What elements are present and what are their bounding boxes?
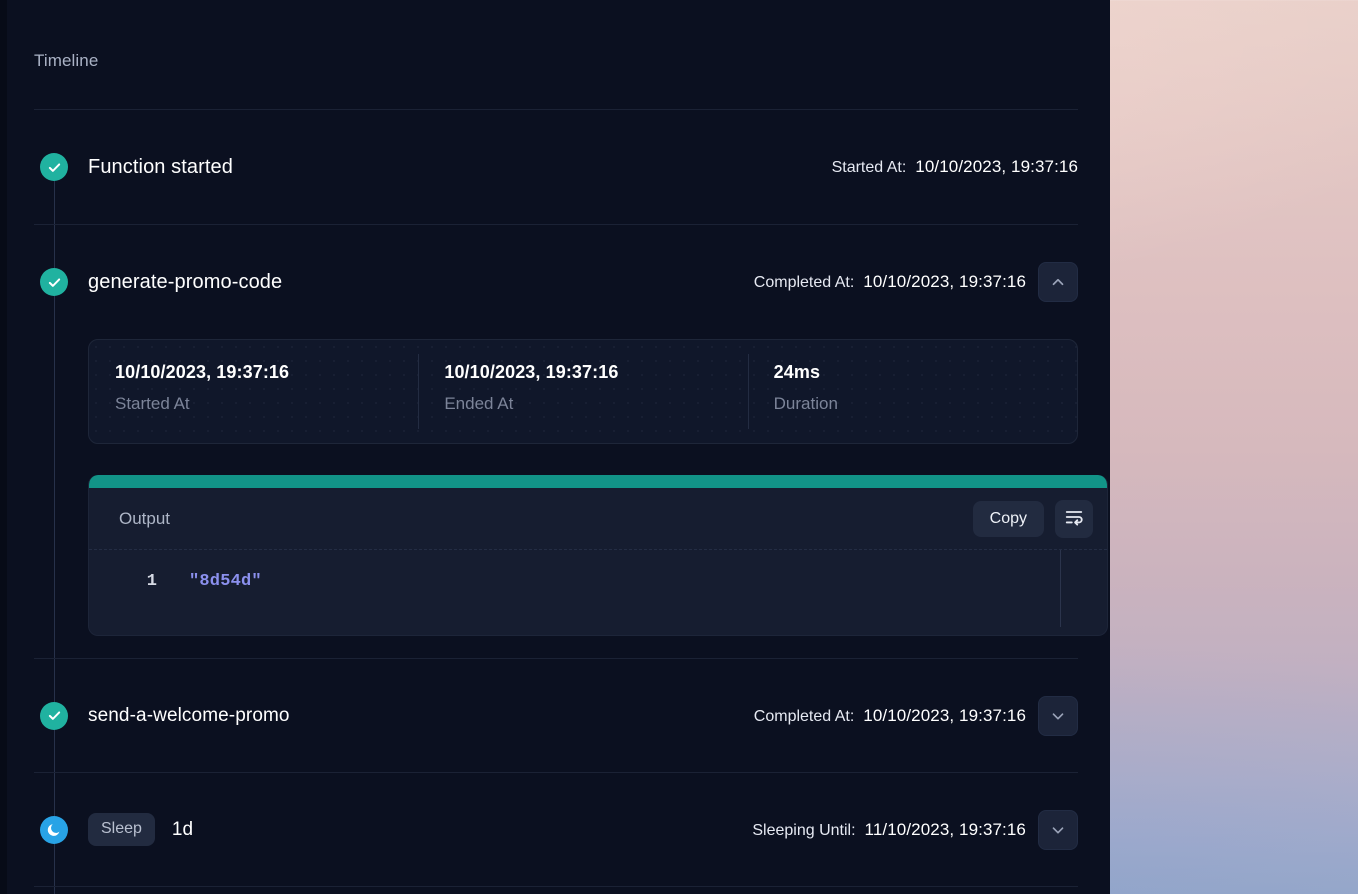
chevron-down-icon — [1049, 821, 1067, 839]
stat-label: Duration — [773, 394, 838, 413]
stat-started-at: 10/10/2023, 19:37:16 Started At — [89, 340, 418, 443]
stat-ended-at: 10/10/2023, 19:37:16 Ended At — [418, 340, 747, 443]
menu-bar-sliver — [1110, 0, 1358, 1]
text-wrap-icon — [1064, 507, 1084, 530]
timeline-panel: Timeline Function started Started At: 10… — [0, 0, 1110, 887]
stat-value: 10/10/2023, 19:37:16 — [444, 362, 619, 382]
row-meta: Completed At: 10/10/2023, 19:37:16 — [754, 272, 1026, 292]
check-circle-icon — [40, 268, 68, 296]
expand-step-button[interactable] — [1038, 809, 1078, 850]
toggle-wrap-button[interactable] — [1055, 499, 1093, 538]
row-label: Function started — [88, 155, 234, 178]
row-meta-value: 10/10/2023, 19:37:16 — [863, 272, 1026, 291]
step-stats-card: 10/10/2023, 19:37:16 Started At 10/10/20… — [88, 339, 1078, 444]
row-label: generate-promo-code — [88, 270, 283, 293]
check-circle-icon — [40, 153, 68, 181]
row-meta-value: 10/10/2023, 19:37:16 — [863, 705, 1026, 725]
row-meta-key: Sleeping Until: — [752, 821, 856, 839]
row-meta-key: Completed At: — [753, 274, 855, 291]
code-line: 1 "8d54d" — [89, 572, 1107, 591]
row-meta: Started At: 10/10/2023, 19:37:16 — [832, 157, 1078, 177]
output-accent-bar — [89, 475, 1107, 488]
step-detail-body: 10/10/2023, 19:37:16 Started At 10/10/20… — [88, 339, 1108, 658]
stat-label: Ended At — [444, 394, 514, 413]
timeline-row-generate-promo-code: generate-promo-code Completed At: 10/10/… — [34, 225, 1108, 659]
row-header: send-a-welcome-promo Completed At: 10/10… — [34, 659, 1078, 772]
row-header: generate-promo-code Completed At: 10/10/… — [34, 225, 1078, 339]
output-code-block: Output Copy 1 "8d54d" — [88, 475, 1108, 636]
code-token-string: "8d54d" — [189, 572, 262, 591]
row-header: Sleep 1d Sleeping Until: 11/10/2023, 19:… — [34, 773, 1078, 886]
row-meta: Completed At: 10/10/2023, 19:37:16 — [754, 706, 1026, 726]
check-circle-icon — [40, 701, 68, 730]
expand-step-button[interactable] — [1038, 695, 1078, 736]
row-meta-key: Started At: — [831, 159, 907, 176]
timeline-header: Timeline — [34, 0, 1078, 110]
row-meta-key: Completed At: — [753, 707, 855, 725]
sleep-duration-label: 1d — [171, 818, 194, 840]
row-meta: Sleeping Until: 11/10/2023, 19:37:16 — [752, 820, 1026, 840]
stat-duration: 24ms Duration — [747, 340, 1077, 443]
chevron-down-icon — [1049, 707, 1067, 725]
timeline-row-send-a-welcome-promo: send-a-welcome-promo Completed At: 10/10… — [34, 659, 1078, 773]
chevron-up-icon — [1049, 273, 1067, 291]
row-meta-value: 10/10/2023, 19:37:16 — [915, 157, 1078, 176]
row-meta-value: 11/10/2023, 19:37:16 — [864, 819, 1026, 839]
moon-icon — [40, 815, 68, 844]
code-vertical-scrollbar[interactable] — [1060, 550, 1061, 627]
line-number: 1 — [146, 572, 157, 591]
row-separator — [34, 886, 1078, 887]
copy-button[interactable]: Copy — [972, 500, 1044, 537]
output-code-area[interactable]: 1 "8d54d" — [89, 550, 1107, 635]
output-toolbar: Output Copy — [89, 488, 1107, 550]
stat-value: 24ms — [773, 362, 821, 382]
row-label: send-a-welcome-promo — [88, 704, 290, 726]
timeline-row-function-started: Function started Started At: 10/10/2023,… — [34, 110, 1078, 225]
timeline-row-sleep: Sleep 1d Sleeping Until: 11/10/2023, 19:… — [34, 773, 1078, 887]
output-title: Output — [119, 508, 171, 528]
page-title: Timeline — [34, 51, 99, 70]
stat-value: 10/10/2023, 19:37:16 — [115, 362, 290, 382]
stat-label: Started At — [115, 394, 190, 413]
app-window: Timeline Function started Started At: 10… — [0, 0, 1110, 894]
status-badge: Sleep — [88, 813, 155, 846]
collapse-step-button[interactable] — [1038, 262, 1078, 302]
row-header: Function started Started At: 10/10/2023,… — [34, 110, 1078, 224]
